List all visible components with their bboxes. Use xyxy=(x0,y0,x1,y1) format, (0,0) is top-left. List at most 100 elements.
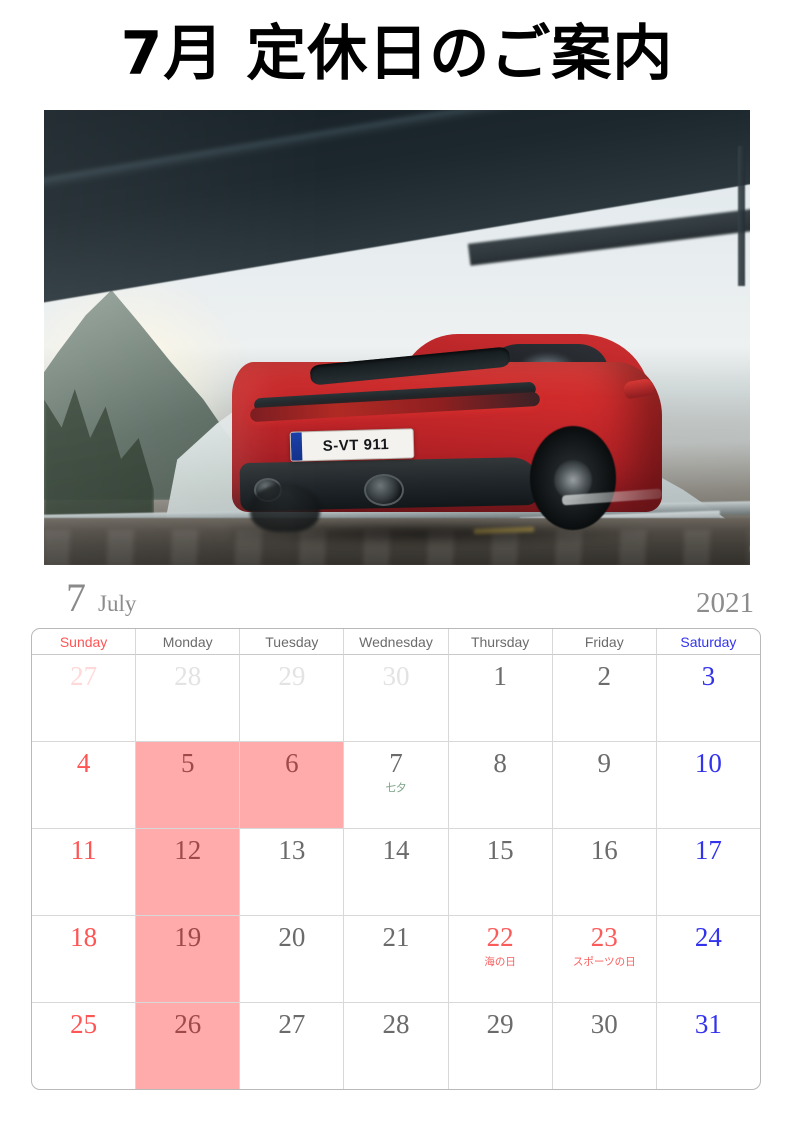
weekday-header-label: Saturday xyxy=(680,633,737,650)
calendar-day-cell[interactable]: 10 xyxy=(657,742,760,828)
calendar-day-cell[interactable]: 2 xyxy=(553,655,657,741)
calendar-day-cell[interactable]: 19 xyxy=(136,916,241,1002)
calendar-day-cell[interactable]: 27 xyxy=(240,1003,345,1089)
day-number: 28 xyxy=(174,661,202,691)
weekday-header-label: Thursday xyxy=(470,633,530,650)
day-number: 30 xyxy=(590,1009,618,1039)
weekday-header-wednesday: Wednesday xyxy=(344,629,449,655)
calendar-day-cell[interactable]: 17 xyxy=(657,829,760,915)
day-number: 12 xyxy=(174,835,202,865)
day-number: 5 xyxy=(180,748,195,778)
page-title-bar: 7月 定休日のご案内 xyxy=(0,0,794,108)
calendar-day-cell[interactable]: 16 xyxy=(553,829,657,915)
weekday-header-tuesday: Tuesday xyxy=(240,629,345,655)
day-number: 27 xyxy=(278,1009,306,1039)
calendar-week-row: 18 19 20 21 22 海の日 23 スポーツの日 24 xyxy=(32,916,760,1003)
weekday-header-label: Wednesday xyxy=(359,633,433,650)
calendar-day-cell[interactable]: 20 xyxy=(240,916,345,1002)
calendar-grid: Sunday Monday Tuesday Wednesday Thursday Frid… xyxy=(31,628,761,1090)
day-number: 24 xyxy=(694,922,722,952)
calendar-week-row: 11 12 13 14 15 16 17 xyxy=(32,829,760,916)
license-plate-text: S-VT 911 xyxy=(322,435,390,455)
calendar-day-cell[interactable]: 28 xyxy=(344,1003,449,1089)
eu-plate-band xyxy=(290,432,303,461)
calendar-week-row: 4 5 6 7 七夕 8 9 10 xyxy=(32,742,760,829)
day-note-label: 海の日 xyxy=(484,956,516,969)
overpass-pillar xyxy=(738,146,745,286)
weekday-header-thursday: Thursday xyxy=(448,629,553,655)
calendar-day-cell[interactable]: 7 七夕 xyxy=(344,742,449,828)
calendar-day-cell[interactable]: 9 xyxy=(553,742,657,828)
calendar-day-cell[interactable]: 8 xyxy=(449,742,553,828)
day-number: 29 xyxy=(486,1009,514,1039)
license-plate: S-VT 911 xyxy=(289,428,415,462)
calendar-day-cell[interactable]: 21 xyxy=(344,916,449,1002)
day-number: 4 xyxy=(76,748,91,778)
day-number: 21 xyxy=(382,922,410,952)
calendar-day-cell[interactable]: 1 xyxy=(449,655,553,741)
month-header-left: 7 July xyxy=(44,578,136,618)
day-number: 23 xyxy=(590,922,618,952)
day-number: 9 xyxy=(597,748,612,778)
calendar-day-cell[interactable]: 26 xyxy=(136,1003,241,1089)
day-number: 30 xyxy=(382,661,410,691)
weekday-header-friday: Friday xyxy=(552,629,657,655)
day-number: 18 xyxy=(70,922,98,952)
calendar-day-cell[interactable]: 6 xyxy=(240,742,345,828)
weekday-header-row: Sunday Monday Tuesday Wednesday Thursday Frid… xyxy=(32,629,760,655)
header-photo: S-VT 911 xyxy=(44,110,750,565)
calendar-day-cell[interactable]: 29 xyxy=(240,655,345,741)
page-title: 7月 定休日のご案内 xyxy=(120,19,674,89)
day-number: 19 xyxy=(174,922,202,952)
day-number: 8 xyxy=(493,748,507,778)
calendar-day-cell[interactable]: 4 xyxy=(32,742,137,828)
calendar-day-cell[interactable]: 31 xyxy=(657,1003,760,1089)
day-number: 28 xyxy=(382,1009,410,1039)
calendar-day-cell[interactable]: 23 スポーツの日 xyxy=(553,916,657,1002)
calendar-week-row: 25 26 27 28 29 30 31 xyxy=(32,1003,760,1089)
day-number: 17 xyxy=(694,835,722,865)
calendar-day-cell[interactable]: 28 xyxy=(136,655,241,741)
calendar-day-cell[interactable]: 24 xyxy=(657,916,760,1002)
calendar-day-cell[interactable]: 12 xyxy=(136,829,241,915)
day-number: 22 xyxy=(486,922,514,952)
calendar-body: 27 28 29 30 1 2 3 4 5 6 7 七夕 8 9 10 11 12 13 14 15 16 17 18 19 2… xyxy=(32,655,760,1089)
calendar-day-cell[interactable]: 22 海の日 xyxy=(449,916,553,1002)
weekday-header-label: Sunday xyxy=(59,633,108,650)
weekday-header-label: Monday xyxy=(162,633,213,650)
day-number: 1 xyxy=(493,661,507,691)
calendar-day-cell[interactable]: 25 xyxy=(32,1003,137,1089)
day-number: 14 xyxy=(382,835,410,865)
calendar-day-cell[interactable]: 30 xyxy=(553,1003,657,1089)
day-note-label: 七夕 xyxy=(385,782,407,795)
weekday-header-label: Tuesday xyxy=(265,633,319,650)
day-number: 26 xyxy=(174,1009,202,1039)
day-number: 15 xyxy=(486,835,514,865)
year-label: 2021 xyxy=(696,587,754,619)
weekday-header-saturday: Saturday xyxy=(656,629,760,655)
calendar-day-cell[interactable]: 13 xyxy=(240,829,345,915)
day-number: 6 xyxy=(285,748,299,778)
calendar-day-cell[interactable]: 11 xyxy=(32,829,137,915)
day-number: 7 xyxy=(389,748,403,778)
porsche-911-car: S-VT 911 xyxy=(232,334,663,546)
month-number: 7 xyxy=(66,575,86,620)
calendar-day-cell[interactable]: 15 xyxy=(449,829,553,915)
day-note-label: スポーツの日 xyxy=(572,956,636,969)
weekday-header-label: Friday xyxy=(584,633,624,650)
calendar-day-cell[interactable]: 5 xyxy=(136,742,241,828)
calendar-day-cell[interactable]: 30 xyxy=(344,655,449,741)
day-number: 13 xyxy=(278,835,306,865)
calendar-day-cell[interactable]: 29 xyxy=(449,1003,553,1089)
month-header: 7 July 2021 xyxy=(44,570,760,618)
calendar-day-cell[interactable]: 18 xyxy=(32,916,137,1002)
day-number: 29 xyxy=(278,661,306,691)
weekday-header-sunday: Sunday xyxy=(32,629,137,655)
day-number: 31 xyxy=(694,1009,722,1039)
calendar-week-row: 27 28 29 30 1 2 3 xyxy=(32,655,760,742)
calendar-day-cell[interactable]: 3 xyxy=(657,655,760,741)
calendar-day-cell[interactable]: 14 xyxy=(344,829,449,915)
day-number: 10 xyxy=(694,748,722,778)
calendar-day-cell[interactable]: 27 xyxy=(32,655,137,741)
day-number: 16 xyxy=(590,835,618,865)
